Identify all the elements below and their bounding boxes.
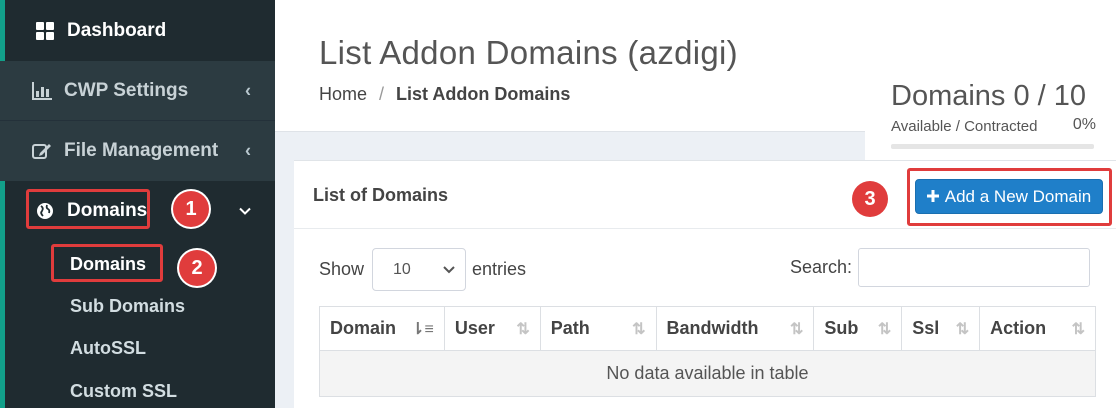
highlight-box-add-domain <box>907 168 1112 226</box>
sidebar-item-dashboard[interactable]: Dashboard <box>0 0 275 61</box>
show-label: Show <box>319 259 365 279</box>
submenu-item-autossl[interactable]: AutoSSL <box>70 338 146 359</box>
stats-percent: 0% <box>1072 116 1096 133</box>
highlight-box-domains-submenu <box>51 244 163 282</box>
column-header-user[interactable]: User ⇅ <box>443 306 541 351</box>
search-input[interactable] <box>858 248 1090 287</box>
chevron-down-icon <box>443 261 455 279</box>
domains-stats-card: Domains 0 / 10 Available / Contracted 0% <box>865 60 1116 160</box>
sort-icon: ⇅ <box>955 320 970 338</box>
step-badge-3: 3 <box>852 181 888 217</box>
column-header-bandwidth[interactable]: Bandwidth ⇅ <box>655 306 815 351</box>
entries-value: 10 <box>393 260 411 278</box>
box-title: List of Domains <box>313 185 449 205</box>
step-badge-1: 1 <box>173 191 209 227</box>
chevron-left-icon: ‹ <box>245 80 251 100</box>
length-control: Show 10 entries <box>319 248 526 291</box>
bar-chart-icon <box>32 81 52 101</box>
breadcrumb: Home / List Addon Domains <box>319 84 570 105</box>
highlight-box-domains-menu <box>26 189 150 229</box>
sort-icon: ⇅ <box>632 320 646 338</box>
sort-icon: ⇅ <box>877 320 892 338</box>
chevron-left-icon: ‹ <box>245 140 251 161</box>
column-header-action[interactable]: Action ⇅ <box>979 306 1096 351</box>
sidebar-item-label: Dashboard <box>67 19 167 41</box>
sidebar-item-label: File Management <box>64 140 219 161</box>
sort-icon: ⇅ <box>789 320 804 338</box>
table-row: No data available in table <box>319 350 1096 397</box>
sidebar-item-cwp-settings[interactable]: CWP Settings ‹ <box>0 61 275 121</box>
breadcrumb-current: List Addon Domains <box>396 84 571 104</box>
search-label: Search: <box>790 257 853 277</box>
column-header-path[interactable]: Path ⇅ <box>539 306 657 351</box>
sort-asc-icon: ⇂≡ <box>411 320 434 338</box>
column-header-domain[interactable]: Domain ⇂≡ <box>319 306 445 351</box>
stats-subtitle: Available / Contracted <box>891 118 1038 135</box>
edit-icon <box>32 141 52 161</box>
step-badge-2: 2 <box>179 250 215 286</box>
breadcrumb-home[interactable]: Home <box>319 84 367 105</box>
stats-title: Domains 0 / 10 <box>891 80 1087 112</box>
sidebar-item-label: CWP Settings <box>64 79 189 101</box>
chevron-down-icon <box>239 203 251 220</box>
entries-label: entries <box>472 259 527 279</box>
stats-progress-bar <box>891 144 1094 149</box>
page-title: List Addon Domains (azdigi) <box>319 34 738 71</box>
submenu-item-sub-domains[interactable]: Sub Domains <box>70 296 185 317</box>
grid-icon <box>35 21 55 41</box>
column-header-sub[interactable]: Sub ⇅ <box>813 306 903 351</box>
breadcrumb-separator: / <box>379 84 385 104</box>
domains-table: Domain ⇂≡ User ⇅ Path ⇅ Bandwidth ⇅ Sub ⇅ Ssl… <box>319 306 1096 397</box>
entries-select[interactable]: 10 <box>372 248 467 291</box>
column-header-ssl[interactable]: Ssl ⇅ <box>901 306 981 351</box>
sort-icon: ⇅ <box>516 320 530 338</box>
empty-table-message: No data available in table <box>319 350 1096 397</box>
submenu-item-custom-ssl[interactable]: Custom SSL <box>70 381 177 402</box>
sort-icon: ⇅ <box>1071 320 1085 338</box>
sidebar-item-file-management[interactable]: File Management ‹ <box>0 121 275 181</box>
